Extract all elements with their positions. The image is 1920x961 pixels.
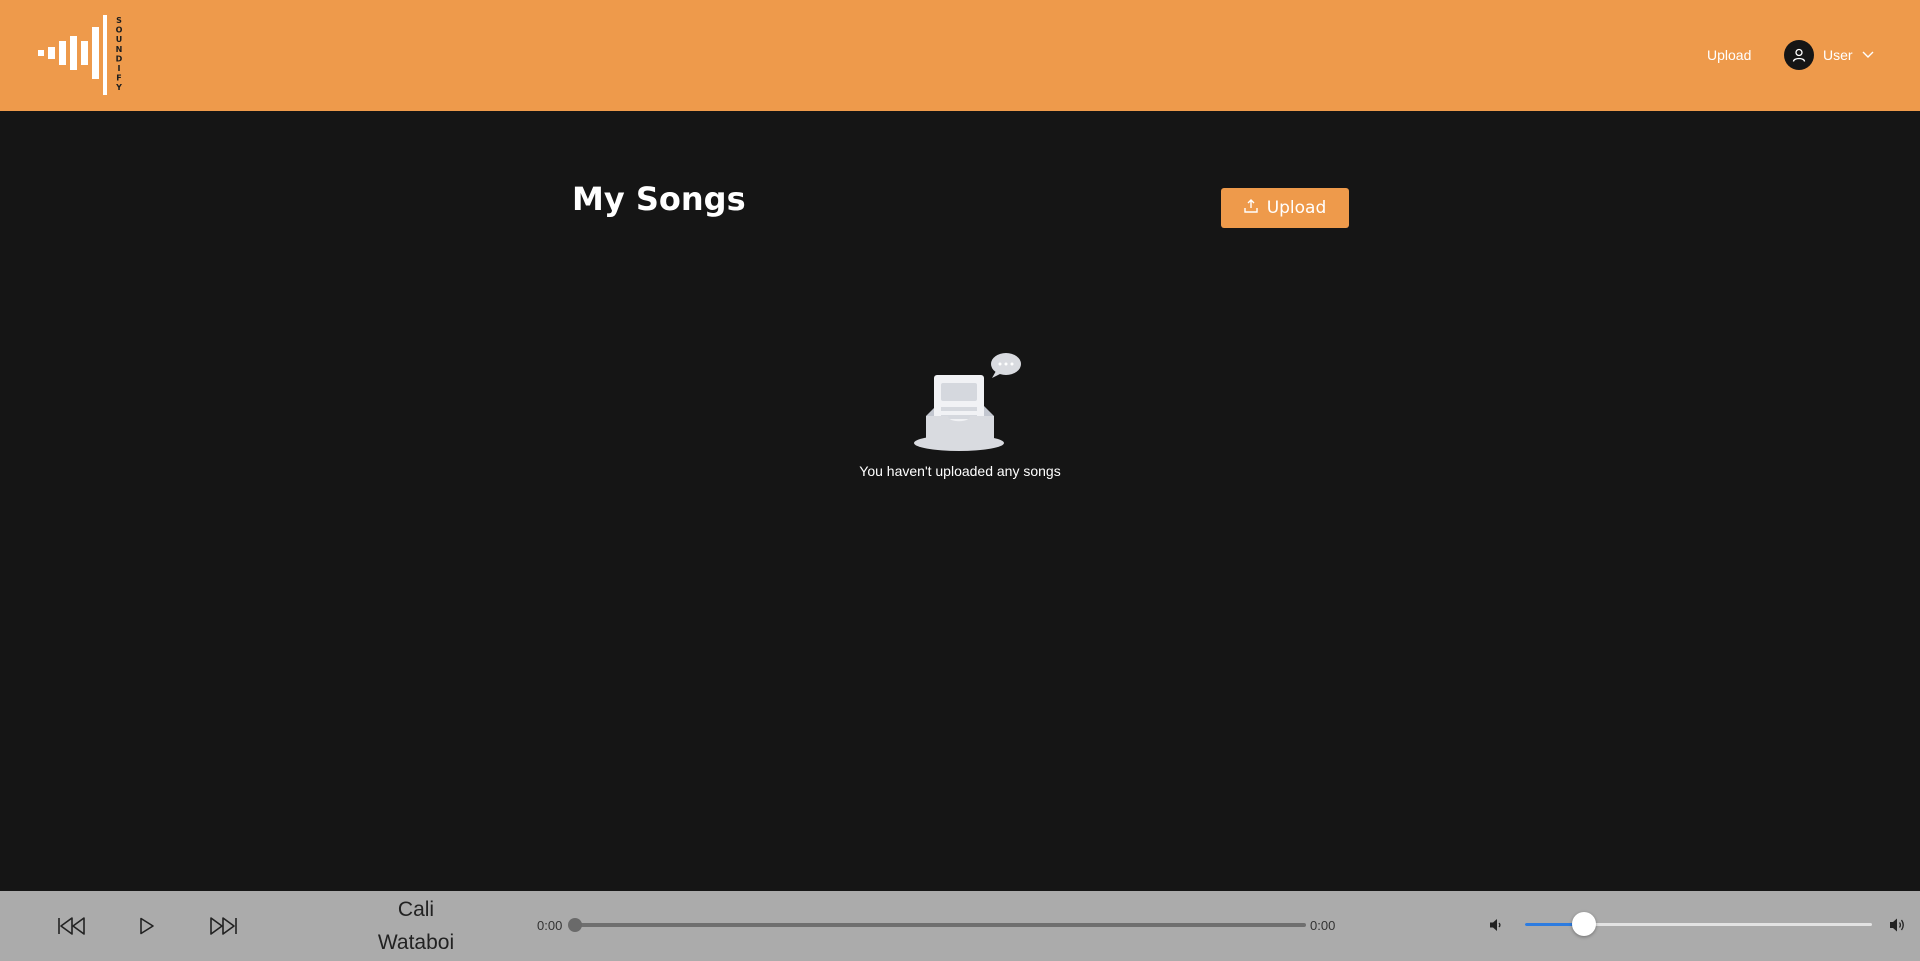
progress-track [575, 923, 1306, 927]
upload-button[interactable]: Upload [1221, 188, 1349, 228]
duration: 0:00 [1310, 918, 1336, 933]
upload-icon [1244, 198, 1258, 218]
volume-thumb[interactable] [1571, 912, 1596, 936]
nav-upload-link[interactable]: Upload [1707, 47, 1751, 63]
track-title: Cali [397, 898, 435, 921]
skip-back-icon[interactable] [54, 908, 90, 944]
play-icon[interactable] [129, 908, 165, 944]
user-icon [1784, 40, 1814, 70]
chevron-down-icon [1862, 51, 1874, 59]
soundify-logo[interactable]: SOUNDIFY [38, 15, 130, 95]
volume-high-icon[interactable] [1886, 913, 1910, 937]
music-player: Cali Wataboi 0:00 0:00 [0, 891, 1920, 961]
volume-slider[interactable] [1525, 912, 1872, 938]
empty-state-message: You haven't uploaded any songs [859, 463, 1061, 479]
user-menu[interactable]: User [1784, 40, 1874, 70]
upload-button-label: Upload [1266, 198, 1327, 218]
skip-forward-icon[interactable] [205, 908, 241, 944]
volume-low-icon[interactable] [1484, 913, 1508, 937]
track-artist: Wataboi [377, 931, 455, 954]
top-header: SOUNDIFY Upload User [0, 0, 1920, 111]
empty-inbox-icon [914, 353, 1021, 451]
current-time: 0:00 [537, 918, 563, 933]
progress-thumb[interactable] [568, 918, 582, 932]
svg-text:SOUNDIFY: SOUNDIFY [115, 16, 123, 92]
progress-slider[interactable] [568, 918, 1306, 932]
user-name: User [1823, 47, 1853, 63]
page-title: My Songs [572, 180, 746, 218]
